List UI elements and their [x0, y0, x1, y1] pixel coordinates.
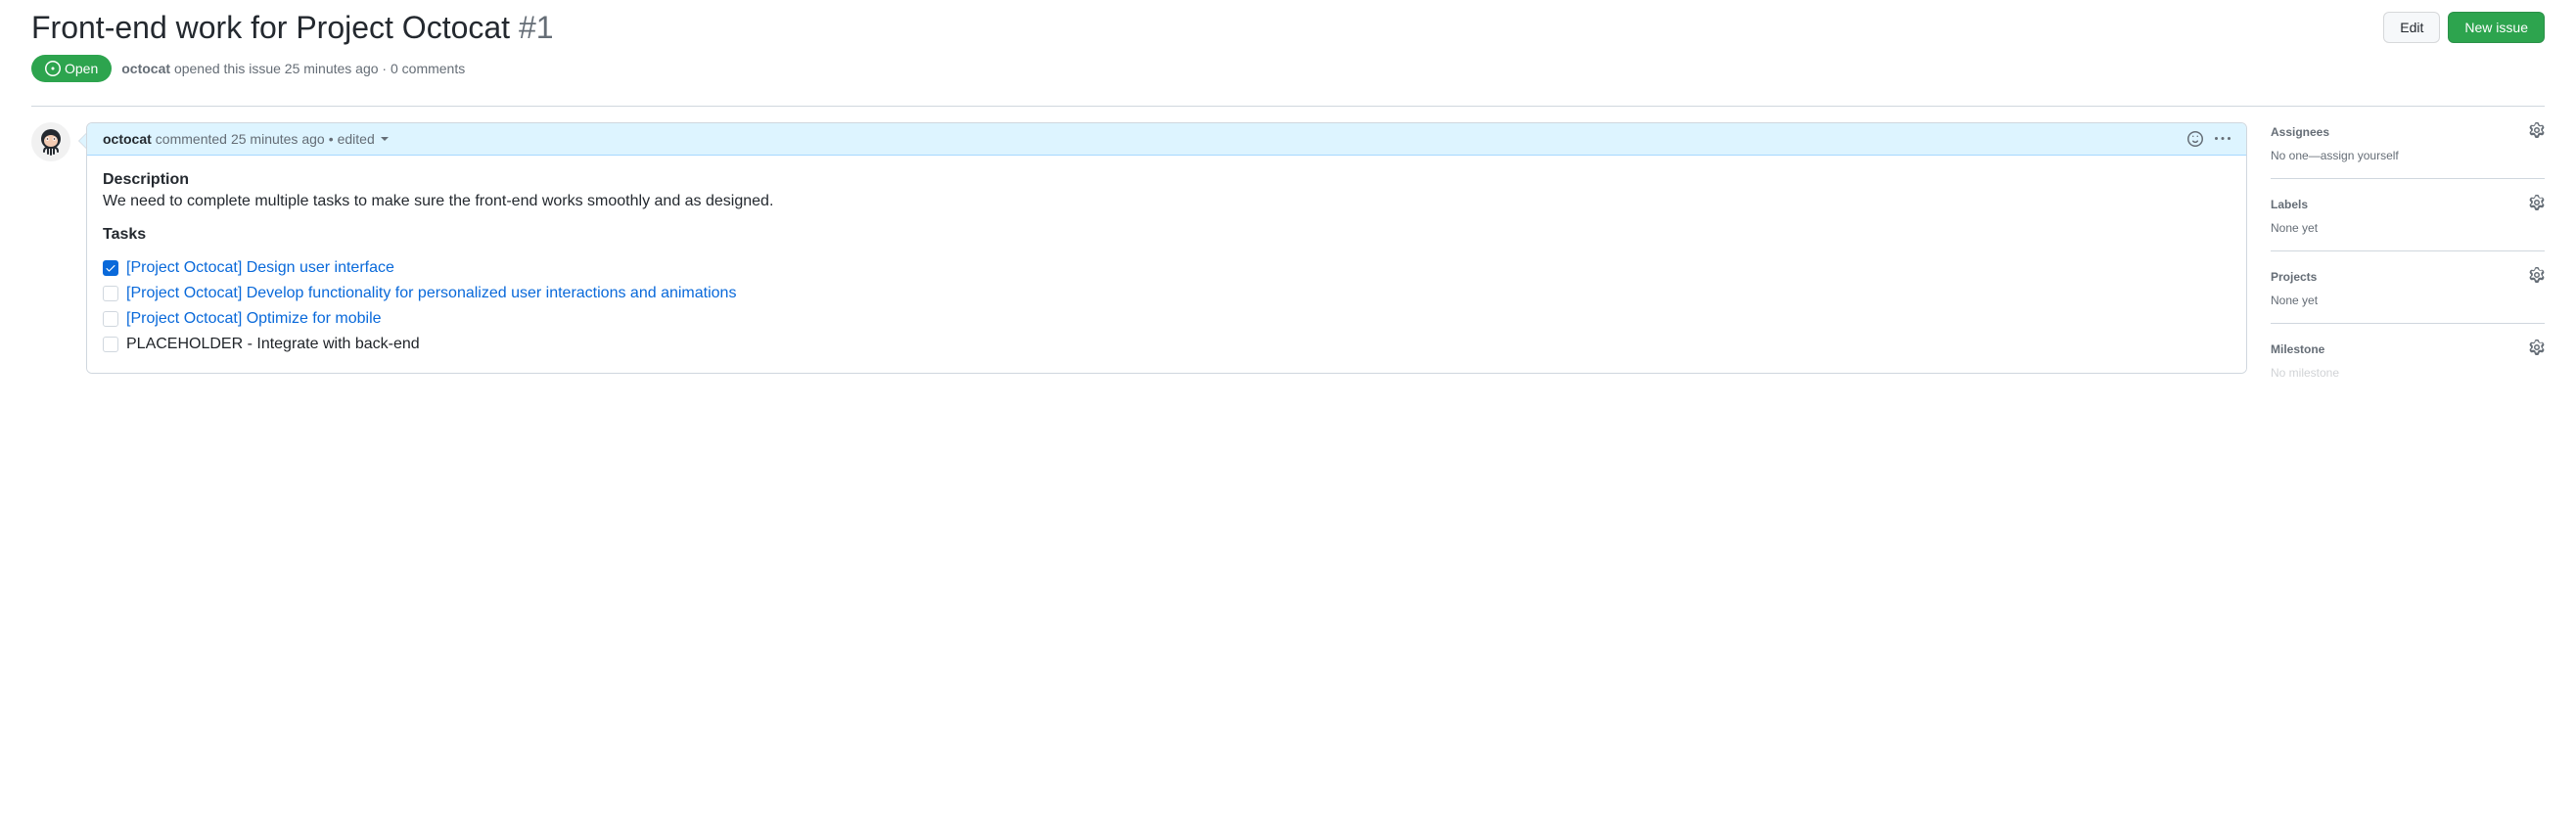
- task-checkbox[interactable]: [103, 260, 118, 276]
- comment-count: 0 comments: [391, 61, 465, 76]
- edit-button[interactable]: Edit: [2383, 12, 2440, 43]
- milestone-settings-button[interactable]: [2529, 340, 2545, 358]
- assignees-settings-button[interactable]: [2529, 122, 2545, 141]
- task-item: [Project Octocat] Optimize for mobile: [103, 306, 2231, 332]
- gear-icon: [2529, 122, 2545, 138]
- comment-author-link[interactable]: octocat: [103, 131, 152, 147]
- assignees-value: No one—assign yourself: [2271, 149, 2545, 162]
- assignees-title: Assignees: [2271, 125, 2329, 139]
- comment-menu-button[interactable]: [2215, 131, 2231, 147]
- milestone-title: Milestone: [2271, 342, 2324, 356]
- issue-state-badge: Open: [31, 55, 112, 82]
- issue-open-icon: [45, 61, 61, 76]
- task-checkbox[interactable]: [103, 286, 118, 301]
- comment-box: octocat commented 25 minutes ago • edite…: [86, 122, 2247, 374]
- task-link[interactable]: [Project Octocat] Optimize for mobile: [126, 310, 382, 328]
- issue-state-text: Open: [65, 61, 98, 76]
- task-link[interactable]: [Project Octocat] Design user interface: [126, 259, 394, 277]
- task-list: [Project Octocat] Design user interface …: [103, 255, 2231, 357]
- comment-action-text: commented: [156, 131, 227, 147]
- assign-yourself-link[interactable]: assign yourself: [2321, 149, 2399, 162]
- issue-author-link[interactable]: octocat: [121, 61, 170, 76]
- description-heading: Description: [103, 171, 2231, 189]
- comment-caret: [78, 133, 86, 149]
- task-item: PLACEHOLDER - Integrate with back-end: [103, 332, 2231, 357]
- check-icon: [105, 262, 116, 274]
- task-link[interactable]: [Project Octocat] Develop functionality …: [126, 285, 736, 302]
- comment-time[interactable]: 25 minutes ago: [231, 131, 325, 147]
- gear-icon: [2529, 340, 2545, 355]
- issue-meta: octocat opened this issue 25 minutes ago…: [121, 61, 465, 76]
- projects-settings-button[interactable]: [2529, 267, 2545, 286]
- projects-value: None yet: [2271, 294, 2545, 307]
- milestone-value: No milestone: [2271, 366, 2545, 380]
- task-checkbox[interactable]: [103, 311, 118, 327]
- projects-title: Projects: [2271, 270, 2317, 284]
- issue-title: Front-end work for Project Octocat #1: [31, 8, 554, 47]
- issue-number: #1: [519, 10, 554, 45]
- labels-title: Labels: [2271, 198, 2308, 211]
- description-text: We need to complete multiple tasks to ma…: [103, 193, 2231, 210]
- issue-title-text: Front-end work for Project Octocat: [31, 10, 510, 45]
- tasks-heading: Tasks: [103, 226, 2231, 244]
- gear-icon: [2529, 195, 2545, 210]
- task-text: PLACEHOLDER - Integrate with back-end: [126, 336, 420, 353]
- task-item: [Project Octocat] Design user interface: [103, 255, 2231, 281]
- edited-dropdown-icon[interactable]: [381, 137, 389, 141]
- labels-settings-button[interactable]: [2529, 195, 2545, 213]
- kebab-icon: [2215, 131, 2231, 147]
- add-reaction-button[interactable]: [2187, 131, 2203, 147]
- task-item: [Project Octocat] Develop functionality …: [103, 281, 2231, 306]
- octocat-avatar-icon: [31, 122, 70, 161]
- comment-edited-label[interactable]: edited: [338, 131, 375, 147]
- task-checkbox[interactable]: [103, 337, 118, 352]
- smiley-icon: [2187, 131, 2203, 147]
- header-divider: [31, 106, 2545, 107]
- gear-icon: [2529, 267, 2545, 283]
- labels-value: None yet: [2271, 221, 2545, 235]
- new-issue-button[interactable]: New issue: [2448, 12, 2545, 43]
- author-avatar[interactable]: [31, 122, 70, 161]
